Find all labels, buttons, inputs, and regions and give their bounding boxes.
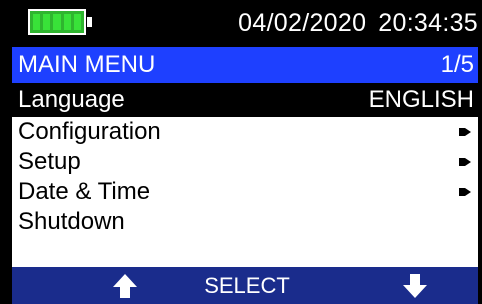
- status-time: 20:34:35: [378, 9, 478, 37]
- battery-icon: [28, 9, 92, 35]
- menu-item-label: Configuration: [18, 118, 161, 145]
- device-display: 04/02/2020 20:34:35 MAIN MENU 1/5 Languag…: [0, 0, 482, 304]
- softkey-bar: SELECT: [12, 267, 478, 304]
- menu-item-label: Shutdown: [18, 208, 125, 235]
- menu-item-configuration[interactable]: Configuration: [12, 117, 478, 147]
- submenu-arrow-icon: [459, 188, 471, 196]
- menu-item-label: Date & Time: [18, 178, 151, 205]
- language-value: ENGLISH: [368, 86, 474, 113]
- status-bar: 04/02/2020 20:34:35: [0, 0, 482, 46]
- up-softkey[interactable]: [100, 267, 150, 304]
- up-arrow-icon: [113, 273, 137, 298]
- status-date: 04/02/2020: [238, 9, 367, 37]
- submenu-arrow-icon: [459, 128, 471, 136]
- down-softkey[interactable]: [390, 267, 440, 304]
- menu-item-setup[interactable]: Setup: [12, 147, 478, 177]
- menu-item-date-time[interactable]: Date & Time: [12, 177, 478, 207]
- submenu-arrow-icon: [459, 158, 471, 166]
- menu-screen: MAIN MENU 1/5 Language ENGLISH Configura…: [12, 47, 478, 267]
- language-label: Language: [18, 86, 125, 113]
- down-arrow-icon: [403, 273, 427, 298]
- select-softkey[interactable]: SELECT: [202, 267, 292, 304]
- menu-item-language[interactable]: Language ENGLISH: [12, 83, 478, 117]
- menu-item-shutdown[interactable]: Shutdown: [12, 207, 478, 237]
- datetime-display: 04/02/2020 20:34:35: [238, 9, 478, 38]
- menu-page-indicator: 1/5: [440, 51, 474, 78]
- menu-item-label: Setup: [18, 148, 81, 175]
- menu-title: MAIN MENU: [18, 51, 156, 78]
- menu-list: Configuration Setup Date & Time Shutdown: [12, 117, 478, 237]
- menu-header: MAIN MENU 1/5: [12, 47, 478, 83]
